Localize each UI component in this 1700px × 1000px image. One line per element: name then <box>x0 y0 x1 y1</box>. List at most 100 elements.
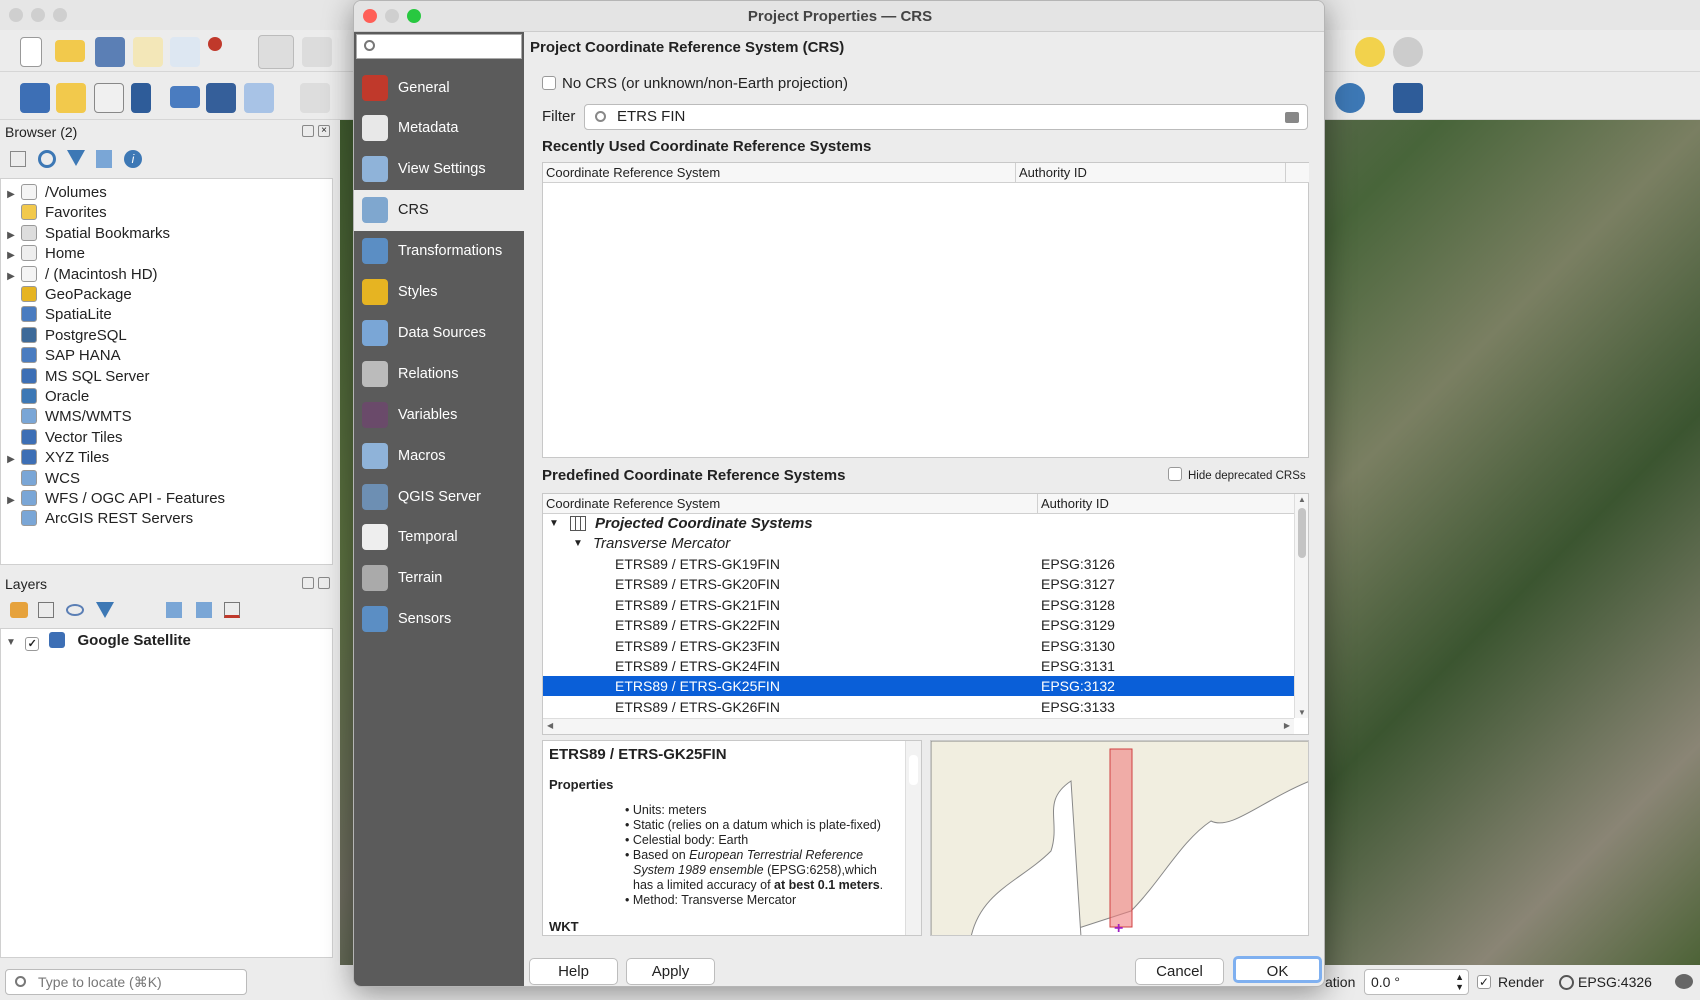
browser-item[interactable]: Vector Tiles <box>1 428 123 448</box>
stepper-arrows-icon[interactable]: ▲ ▼ <box>1455 972 1464 992</box>
minimize-window-button[interactable] <box>31 8 45 22</box>
new-shapefile-icon[interactable] <box>94 83 124 113</box>
horizontal-scrollbar[interactable]: ◀ ▶ <box>543 718 1294 734</box>
filter-legend-icon[interactable] <box>96 602 114 618</box>
style-panel-icon[interactable] <box>10 602 28 618</box>
nav-item-data-sources[interactable]: Data Sources <box>354 312 524 353</box>
predefined-crs-table[interactable]: Coordinate Reference System Authority ID… <box>542 493 1309 735</box>
hide-deprecated-checkbox[interactable] <box>1168 467 1182 481</box>
browser-item[interactable]: SpatiaLite <box>1 305 112 325</box>
expand-arrow-icon[interactable]: ▼ <box>549 514 559 534</box>
new-temp-layer-icon[interactable] <box>170 86 200 108</box>
browser-item[interactable]: Oracle <box>1 387 89 407</box>
refresh-icon[interactable] <box>38 150 56 168</box>
new-project-icon[interactable] <box>20 37 42 67</box>
browser-item[interactable]: ▶ / (Macintosh HD) <box>1 265 158 285</box>
browser-item[interactable]: ▶ Home <box>1 244 85 264</box>
locator-bar[interactable]: Type to locate (⌘K) <box>5 969 247 995</box>
crs-row[interactable]: ETRS89 / ETRS-GK24FIN EPSG:3131 <box>543 656 1294 676</box>
nav-item-relations[interactable]: Relations <box>354 353 524 394</box>
tips-icon[interactable] <box>1355 37 1385 67</box>
data-source-manager-icon[interactable] <box>20 83 50 113</box>
vertical-scrollbar[interactable]: ▲ ▼ <box>1294 494 1308 718</box>
add-group-icon[interactable] <box>38 602 54 618</box>
browser-item[interactable]: WMS/WMTS <box>1 407 132 427</box>
new-spatialite-icon[interactable] <box>131 83 151 113</box>
close-window-button[interactable] <box>9 8 23 22</box>
render-checkbox[interactable]: ✓ <box>1477 975 1491 989</box>
cancel-button[interactable]: Cancel <box>1135 958 1224 985</box>
collapse-all-icon[interactable] <box>196 602 212 618</box>
layer-visibility-checkbox[interactable]: ✓ <box>25 637 40 651</box>
filter-icon[interactable] <box>67 150 85 166</box>
expand-arrow-icon[interactable]: ▶ <box>1 185 21 205</box>
open-project-icon[interactable] <box>55 40 85 62</box>
add-selected-icon[interactable] <box>10 151 26 167</box>
nav-item-metadata[interactable]: Metadata <box>354 108 524 149</box>
browser-item[interactable]: PostgreSQL <box>1 326 127 346</box>
scroll-right-arrow-icon[interactable]: ▶ <box>1284 721 1290 730</box>
crs-status-button[interactable]: EPSG:4326 <box>1578 974 1652 990</box>
nav-search-input[interactable] <box>356 34 522 59</box>
ok-button[interactable]: OK <box>1233 956 1322 983</box>
collapse-all-icon[interactable] <box>96 150 112 168</box>
browser-item[interactable]: WCS <box>1 469 80 489</box>
nav-item-view-settings[interactable]: View Settings <box>354 149 524 190</box>
expand-arrow-icon[interactable]: ▶ <box>1 246 21 266</box>
nav-item-general[interactable]: General <box>354 67 524 108</box>
browser-item[interactable]: Favorites <box>1 203 107 223</box>
scroll-thumb[interactable] <box>909 755 918 785</box>
nav-item-macros[interactable]: Macros <box>354 435 524 476</box>
hide-deprecated-option[interactable]: Hide deprecated CRSs <box>1168 467 1306 482</box>
rotation-input[interactable]: 0.0 ° ▲ ▼ <box>1364 969 1469 995</box>
crs-info-panel[interactable]: ETRS89 / ETRS-GK25FIN Properties • Units… <box>542 740 922 936</box>
expand-arrow-icon[interactable]: ▶ <box>1 491 21 511</box>
crs-row[interactable]: ETRS89 / ETRS-GK21FIN EPSG:3128 <box>543 595 1294 615</box>
browser-item[interactable]: MS SQL Server <box>1 367 149 387</box>
python-console-icon[interactable] <box>1335 83 1365 113</box>
expand-arrow-icon[interactable]: ▶ <box>1 450 21 470</box>
nav-item-variables[interactable]: Variables <box>354 394 524 435</box>
nav-item-transformations[interactable]: Transformations <box>354 231 524 272</box>
browser-item[interactable]: ▶ WFS / OGC API - Features <box>1 489 225 509</box>
panel-float-icon[interactable] <box>302 577 314 589</box>
clear-filter-icon[interactable] <box>1285 112 1299 123</box>
no-crs-option[interactable]: No CRS (or unknown/non-Earth projection) <box>542 75 848 92</box>
recent-crs-table[interactable]: Coordinate Reference System Authority ID <box>542 162 1309 458</box>
expand-arrow-icon[interactable]: ▼ <box>573 534 583 554</box>
crs-row[interactable]: ETRS89 / ETRS-GK26FIN EPSG:3133 <box>543 697 1294 717</box>
style-manager-icon[interactable] <box>208 37 222 51</box>
new-mesh-layer-icon[interactable] <box>244 83 274 113</box>
column-header[interactable]: Authority ID <box>1016 163 1286 183</box>
nav-item-sensors[interactable]: Sensors <box>354 599 524 640</box>
messages-icon[interactable] <box>1675 974 1693 989</box>
filter-input[interactable]: ETRS FIN <box>584 104 1308 130</box>
panel-close-icon[interactable]: × <box>318 125 330 137</box>
expand-arrow-icon[interactable]: ▼ <box>1 633 21 653</box>
nav-item-qgis-server[interactable]: QGIS Server <box>354 476 524 517</box>
info-scrollbar[interactable] <box>905 741 921 935</box>
crs-row[interactable]: ETRS89 / ETRS-GK25FIN EPSG:3132 <box>543 676 1294 697</box>
layout-manager-icon[interactable] <box>170 37 200 67</box>
nav-item-temporal[interactable]: Temporal <box>354 517 524 558</box>
browser-item[interactable]: ▶ Spatial Bookmarks <box>1 224 170 244</box>
edit-pencil-icon[interactable] <box>300 83 330 113</box>
subgroup-row[interactable]: ▼ Transverse Mercator <box>543 534 1308 554</box>
expand-arrow-icon[interactable]: ▶ <box>1 267 21 287</box>
browser-item[interactable]: ArcGIS REST Servers <box>1 509 193 529</box>
new-geopackage-icon[interactable] <box>56 83 86 113</box>
panel-close-icon[interactable] <box>318 577 330 589</box>
remove-layer-icon[interactable] <box>224 602 240 618</box>
expand-all-icon[interactable] <box>166 602 182 618</box>
browser-item[interactable]: SAP HANA <box>1 346 121 366</box>
new-print-layout-icon[interactable] <box>133 37 163 67</box>
scroll-down-arrow-icon[interactable]: ▼ <box>1298 708 1306 717</box>
nav-item-styles[interactable]: Styles <box>354 272 524 313</box>
help-icon[interactable] <box>1393 83 1423 113</box>
crs-row[interactable]: ETRS89 / ETRS-GK20FIN EPSG:3127 <box>543 574 1294 594</box>
new-virtual-layer-icon[interactable] <box>206 83 236 113</box>
zoom-window-button[interactable] <box>53 8 67 22</box>
crs-globe-icon[interactable] <box>1559 975 1574 990</box>
pan-to-selection-icon[interactable] <box>302 37 332 67</box>
pan-hand-icon[interactable] <box>258 35 294 69</box>
